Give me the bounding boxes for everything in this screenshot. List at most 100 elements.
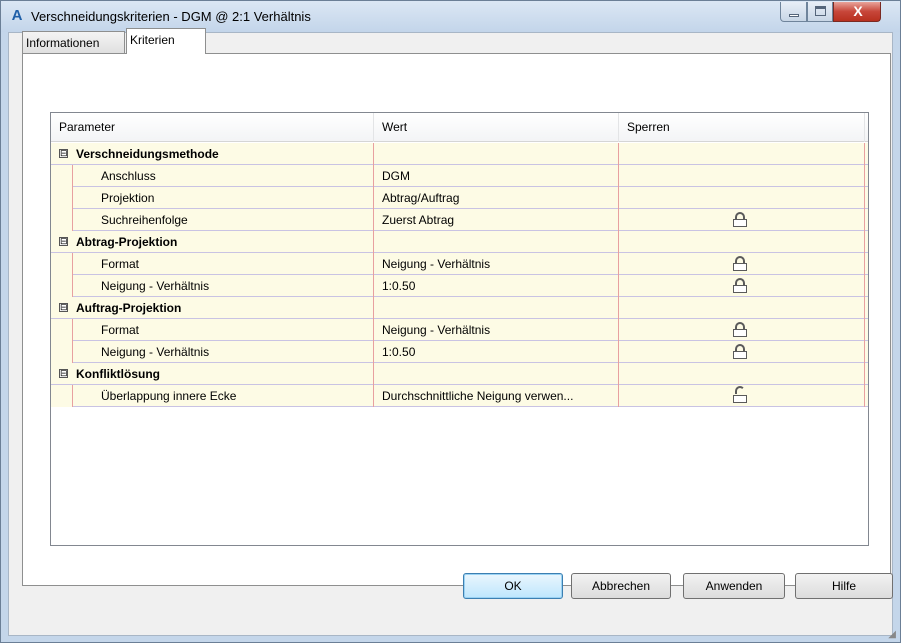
parameter-cell: Anschluss [51,165,374,187]
lock-cell[interactable] [619,209,865,231]
parameter-cell: Neigung - Verhältnis [51,341,374,363]
category-value-cell [374,297,619,319]
grid-rows: ⊟ Verschneidungsmethode Anschluss DGM Projek… [51,143,868,407]
category-value-cell [374,231,619,253]
category-row[interactable]: ⊟ Verschneidungsmethode [51,143,868,165]
row-indent [51,165,73,187]
lock-cell[interactable] [619,187,865,209]
category-cell: ⊟ Verschneidungsmethode [51,143,374,165]
lock-cell[interactable] [619,341,865,363]
grid-header: Parameter Wert Sperren [51,113,868,142]
parameter-label: Projektion [101,191,155,205]
lock-closed-icon[interactable] [733,322,747,337]
row-indent [51,341,73,363]
parameter-label: Neigung - Verhältnis [101,345,210,359]
table-row[interactable]: Anschluss DGM [51,165,868,187]
parameter-cell: Neigung - Verhältnis [51,275,374,297]
category-lock-cell [619,363,865,385]
row-indent [51,209,73,231]
maximize-icon [815,6,826,16]
category-label: Auftrag-Projektion [76,301,182,315]
lock-cell[interactable] [619,385,865,407]
category-row[interactable]: ⊟ Auftrag-Projektion [51,297,868,319]
value-cell[interactable]: DGM [374,165,619,187]
lock-cell[interactable] [619,319,865,341]
collapse-icon[interactable]: ⊟ [59,237,68,246]
table-row[interactable]: Überlappung innere Ecke Durchschnittliche… [51,385,868,407]
help-button[interactable]: Hilfe [795,573,893,599]
lock-cell[interactable] [619,165,865,187]
table-row[interactable]: Projektion Abtrag/Auftrag [51,187,868,209]
row-indent [51,319,73,341]
collapse-icon[interactable]: ⊟ [59,149,68,158]
parameter-label: Anschluss [101,169,156,183]
value-cell[interactable]: 1:0.50 [374,275,619,297]
category-lock-cell [619,231,865,253]
lock-closed-icon[interactable] [733,344,747,359]
table-row[interactable]: Neigung - Verhältnis 1:0.50 [51,341,868,363]
lock-cell[interactable] [619,253,865,275]
tab-kriterien[interactable]: Kriterien [126,28,206,54]
table-row[interactable]: Format Neigung - Verhältnis [51,253,868,275]
row-indent [51,385,73,407]
category-label: Konfliktlösung [76,367,160,381]
maximize-button[interactable] [807,2,833,22]
close-icon: X [853,3,863,19]
value-cell[interactable]: Neigung - Verhältnis [374,319,619,341]
value-cell[interactable]: Abtrag/Auftrag [374,187,619,209]
ok-button[interactable]: OK [463,573,563,599]
category-label: Abtrag-Projektion [76,235,178,249]
parameter-label: Format [101,257,140,271]
column-header-parameter[interactable]: Parameter [51,113,374,142]
value-cell[interactable]: Durchschnittliche Neigung verwen... [374,385,619,407]
parameter-cell: Überlappung innere Ecke [51,385,374,407]
row-indent [51,275,73,297]
row-indent [51,187,73,209]
value-cell[interactable]: 1:0.50 [374,341,619,363]
category-cell: ⊟ Konfliktlösung [51,363,374,385]
app-logo-icon: A [11,7,23,24]
lock-closed-icon[interactable] [733,256,747,271]
table-row[interactable]: Format Neigung - Verhältnis [51,319,868,341]
column-header-sperren[interactable]: Sperren [619,113,865,142]
category-row[interactable]: ⊟ Konfliktlösung [51,363,868,385]
parameter-cell: Format [51,319,374,341]
tab-informationen[interactable]: Informationen [22,31,125,53]
row-indent [51,253,73,275]
close-button[interactable]: X [833,2,881,22]
category-cell: ⊟ Auftrag-Projektion [51,297,374,319]
parameter-label: Format [101,323,140,337]
parameter-label: Suchreihenfolge [101,213,188,227]
parameter-cell: Projektion [51,187,374,209]
collapse-icon[interactable]: ⊟ [59,369,68,378]
category-row[interactable]: ⊟ Abtrag-Projektion [51,231,868,253]
parameter-cell: Format [51,253,374,275]
dialog-window: A Verschneidungskriterien - DGM @ 2:1 Ve… [0,0,901,643]
lock-closed-icon[interactable] [733,278,747,293]
parameter-cell: Suchreihenfolge [51,209,374,231]
parameter-label: Überlappung innere Ecke [101,389,237,403]
column-header-wert[interactable]: Wert [374,113,619,142]
category-value-cell [374,363,619,385]
category-label: Verschneidungsmethode [76,147,219,161]
collapse-icon[interactable]: ⊟ [59,303,68,312]
category-lock-cell [619,143,865,165]
value-cell[interactable]: Neigung - Verhältnis [374,253,619,275]
category-cell: ⊟ Abtrag-Projektion [51,231,374,253]
table-row[interactable]: Suchreihenfolge Zuerst Abtrag [51,209,868,231]
value-cell[interactable]: Zuerst Abtrag [374,209,619,231]
category-lock-cell [619,297,865,319]
lock-closed-icon[interactable] [733,212,747,227]
window-title: Verschneidungskriterien - DGM @ 2:1 Verh… [31,9,311,24]
lock-cell[interactable] [619,275,865,297]
minimize-button[interactable] [780,2,807,22]
category-value-cell [374,143,619,165]
cancel-button[interactable]: Abbrechen [571,573,671,599]
apply-button[interactable]: Anwenden [683,573,785,599]
resize-grip-icon[interactable]: ◢ [888,629,896,640]
criteria-grid: Parameter Wert Sperren ⊟ Verschneidungsme… [50,112,869,546]
parameter-label: Neigung - Verhältnis [101,279,210,293]
lock-open-icon[interactable] [733,386,747,403]
table-row[interactable]: Neigung - Verhältnis 1:0.50 [51,275,868,297]
minimize-icon [789,14,799,17]
